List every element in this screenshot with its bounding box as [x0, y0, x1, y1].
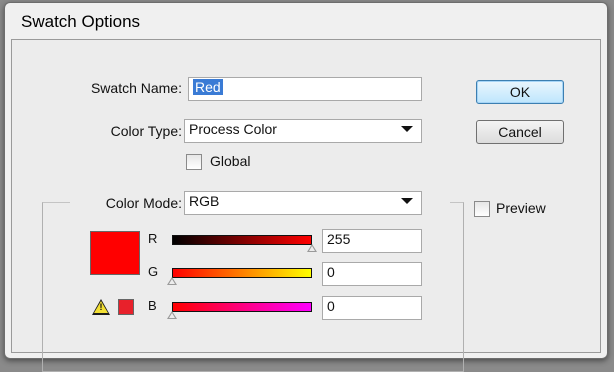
color-mode-select[interactable]: RGB	[184, 191, 422, 215]
global-label[interactable]: Global	[210, 153, 250, 169]
swatch-name-input[interactable]: Red	[188, 77, 422, 101]
preview-label[interactable]: Preview	[496, 200, 546, 216]
channel-g-slider[interactable]	[172, 268, 312, 278]
swatch-name-value: Red	[193, 79, 223, 95]
channel-r-slider[interactable]	[172, 235, 312, 245]
chevron-down-icon	[401, 198, 413, 204]
color-type-value: Process Color	[189, 121, 277, 137]
channel-b-slider-thumb[interactable]	[167, 311, 177, 319]
channel-b-input[interactable]: 0	[322, 296, 422, 320]
warning-exclamation: !	[99, 302, 103, 312]
color-type-select[interactable]: Process Color	[184, 119, 422, 143]
channel-r-input[interactable]: 255	[322, 229, 422, 253]
channel-b-slider[interactable]	[172, 302, 312, 312]
color-swatch-preview	[90, 231, 140, 275]
channel-r-label: R	[148, 231, 158, 246]
channel-b-label: B	[148, 298, 157, 313]
color-type-label: Color Type:	[110, 123, 182, 139]
dialog-body: Swatch Name: Red Color Type: Process Col…	[11, 39, 601, 372]
channel-g-label: G	[148, 264, 159, 279]
channel-b-value: 0	[327, 298, 335, 314]
swatch-options-dialog: Swatch Options Swatch Name: Red Color Ty…	[4, 2, 608, 372]
global-checkbox[interactable]	[186, 154, 202, 170]
channel-g-input[interactable]: 0	[322, 262, 422, 286]
channel-r-value: 255	[327, 231, 351, 247]
channel-g-value: 0	[327, 264, 335, 280]
channel-g-slider-thumb[interactable]	[167, 277, 177, 285]
dialog-title: Swatch Options	[21, 12, 141, 31]
in-gamut-color-swatch[interactable]	[118, 299, 134, 315]
swatch-name-label: Swatch Name:	[90, 80, 182, 96]
color-mode-value: RGB	[189, 193, 220, 209]
ok-button[interactable]: OK	[476, 80, 564, 104]
color-mode-group	[42, 202, 464, 372]
cancel-button[interactable]: Cancel	[476, 120, 564, 144]
title-bar[interactable]: Swatch Options	[5, 3, 607, 39]
channel-r-slider-thumb[interactable]	[307, 244, 317, 252]
preview-checkbox[interactable]	[474, 201, 490, 217]
warning-triangle-icon[interactable]: !	[92, 299, 110, 315]
chevron-down-icon	[401, 126, 413, 132]
color-mode-label: Color Mode:	[105, 195, 182, 211]
